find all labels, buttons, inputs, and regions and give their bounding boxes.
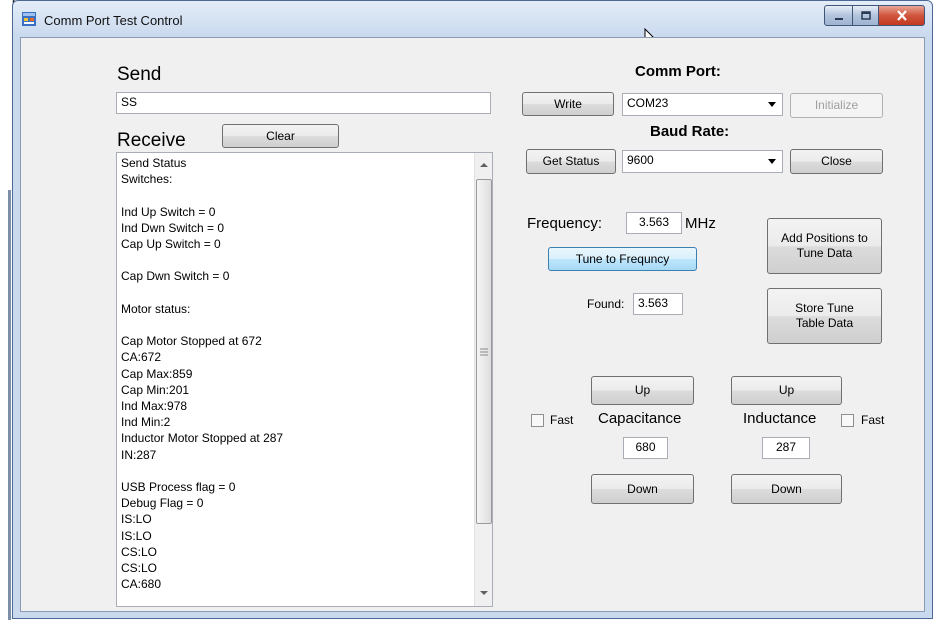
background-window-edge	[8, 190, 11, 620]
tune-to-frequency-button[interactable]: Tune to Frequncy	[548, 247, 697, 271]
baud-rate-value: 9600	[627, 153, 654, 167]
receive-log-line: IS:LO	[121, 528, 152, 543]
get-status-button[interactable]: Get Status	[526, 149, 616, 174]
receive-log-line: Cap Motor Stopped at 672	[121, 334, 262, 349]
title-bar[interactable]: Comm Port Test Control	[13, 1, 932, 49]
inductance-fast-checkbox[interactable]	[841, 414, 854, 427]
receive-log-line: CS:LO	[121, 561, 158, 575]
receive-log-line: USB Process flag = 0	[121, 480, 236, 494]
scroll-up-arrow-icon[interactable]	[480, 162, 488, 168]
inductance-fast-label: Fast	[861, 413, 885, 427]
receive-label: Receive	[117, 130, 186, 151]
inductance-label: Inductance	[743, 410, 817, 427]
send-label: Send	[117, 64, 162, 85]
close-icon	[896, 10, 907, 21]
receive-log-line: Debug Flag = 0	[121, 496, 204, 511]
scrollbar-grip-icon	[480, 348, 488, 356]
receive-log-line: IS:LO	[121, 512, 152, 527]
receive-log-line: Ind Min:2	[121, 415, 171, 430]
found-value: 3.563	[633, 293, 683, 315]
maximize-icon	[860, 10, 871, 20]
found-label: Found:	[587, 297, 625, 311]
client-area: Send SS Receive Clear Send Status Switche…	[20, 37, 925, 612]
comm-port-select[interactable]: COM23	[622, 93, 783, 116]
receive-log-line: Ind Max:978	[121, 399, 188, 413]
receive-log-line: Motor status:	[121, 301, 191, 316]
add-positions-line-2: Tune Data	[796, 246, 853, 260]
frequency-label: Frequency:	[527, 215, 603, 232]
send-input[interactable]: SS	[116, 92, 491, 114]
receive-log-line: CS:LO	[121, 544, 158, 559]
store-tune-line-2: Table Data	[795, 316, 854, 330]
scroll-down-arrow-icon[interactable]	[480, 590, 488, 596]
chevron-down-icon	[768, 102, 776, 107]
receive-log-line: CA:672	[121, 350, 162, 365]
frequency-unit: MHz	[685, 215, 716, 232]
frequency-input[interactable]: 3.563	[626, 212, 682, 234]
store-tune-table-button[interactable]: Store Tune Table Data	[767, 288, 882, 344]
capacitance-fast-checkbox[interactable]	[531, 414, 544, 427]
add-positions-line-1: Add Positions to	[781, 231, 868, 245]
close-port-button[interactable]: Close	[790, 149, 883, 174]
store-tune-line-1: Store Tune	[795, 301, 854, 315]
app-window: Comm Port Test Control Send SS Receive C…	[12, 0, 933, 619]
minimize-button[interactable]	[824, 5, 853, 26]
app-icon	[22, 12, 36, 26]
clear-button[interactable]: Clear	[222, 124, 339, 148]
scrollbar-thumb[interactable]	[476, 179, 492, 524]
initialize-button[interactable]: Initialize	[790, 93, 883, 118]
close-window-button[interactable]	[878, 5, 925, 26]
inductance-down-button[interactable]: Down	[731, 474, 842, 504]
receive-log-line: Ind Up Switch = 0	[121, 204, 216, 219]
receive-log[interactable]: Send Status Switches: Ind Up Switch = 0 Ind…	[116, 152, 493, 607]
capacitance-up-button[interactable]: Up	[591, 376, 694, 405]
chevron-down-icon	[768, 159, 776, 164]
receive-log-line: Cap Dwn Switch = 0	[121, 269, 230, 284]
inductance-up-button[interactable]: Up	[731, 376, 842, 405]
comm-port-label: Comm Port:	[635, 63, 721, 80]
capacitance-fast-label: Fast	[550, 413, 574, 427]
write-button[interactable]: Write	[522, 92, 614, 116]
maximize-button[interactable]	[852, 5, 879, 26]
window-title: Comm Port Test Control	[44, 13, 183, 28]
receive-scrollbar[interactable]	[474, 153, 492, 606]
baud-rate-select[interactable]: 9600	[622, 150, 783, 173]
minimize-icon	[834, 17, 843, 20]
receive-log-line: IN:287	[121, 447, 157, 462]
comm-port-value: COM23	[627, 96, 669, 110]
receive-log-line: Switches:	[121, 172, 173, 187]
capacitance-label: Capacitance	[598, 410, 682, 427]
baud-rate-label: Baud Rate:	[650, 123, 730, 140]
inductance-value[interactable]: 287	[762, 437, 810, 459]
capacitance-value[interactable]: 680	[623, 437, 668, 459]
receive-log-line: Cap Max:859	[121, 366, 193, 381]
receive-log-line: CA:680	[121, 577, 162, 592]
receive-log-line: Send Status	[121, 156, 187, 170]
receive-log-line: Ind Dwn Switch = 0	[121, 220, 225, 235]
receive-log-line: Cap Up Switch = 0	[121, 237, 221, 251]
receive-log-line: Cap Min:201	[121, 382, 190, 397]
capacitance-down-button[interactable]: Down	[591, 474, 694, 504]
add-positions-button[interactable]: Add Positions to Tune Data	[767, 218, 882, 274]
receive-log-line: Inductor Motor Stopped at 287	[121, 431, 284, 446]
